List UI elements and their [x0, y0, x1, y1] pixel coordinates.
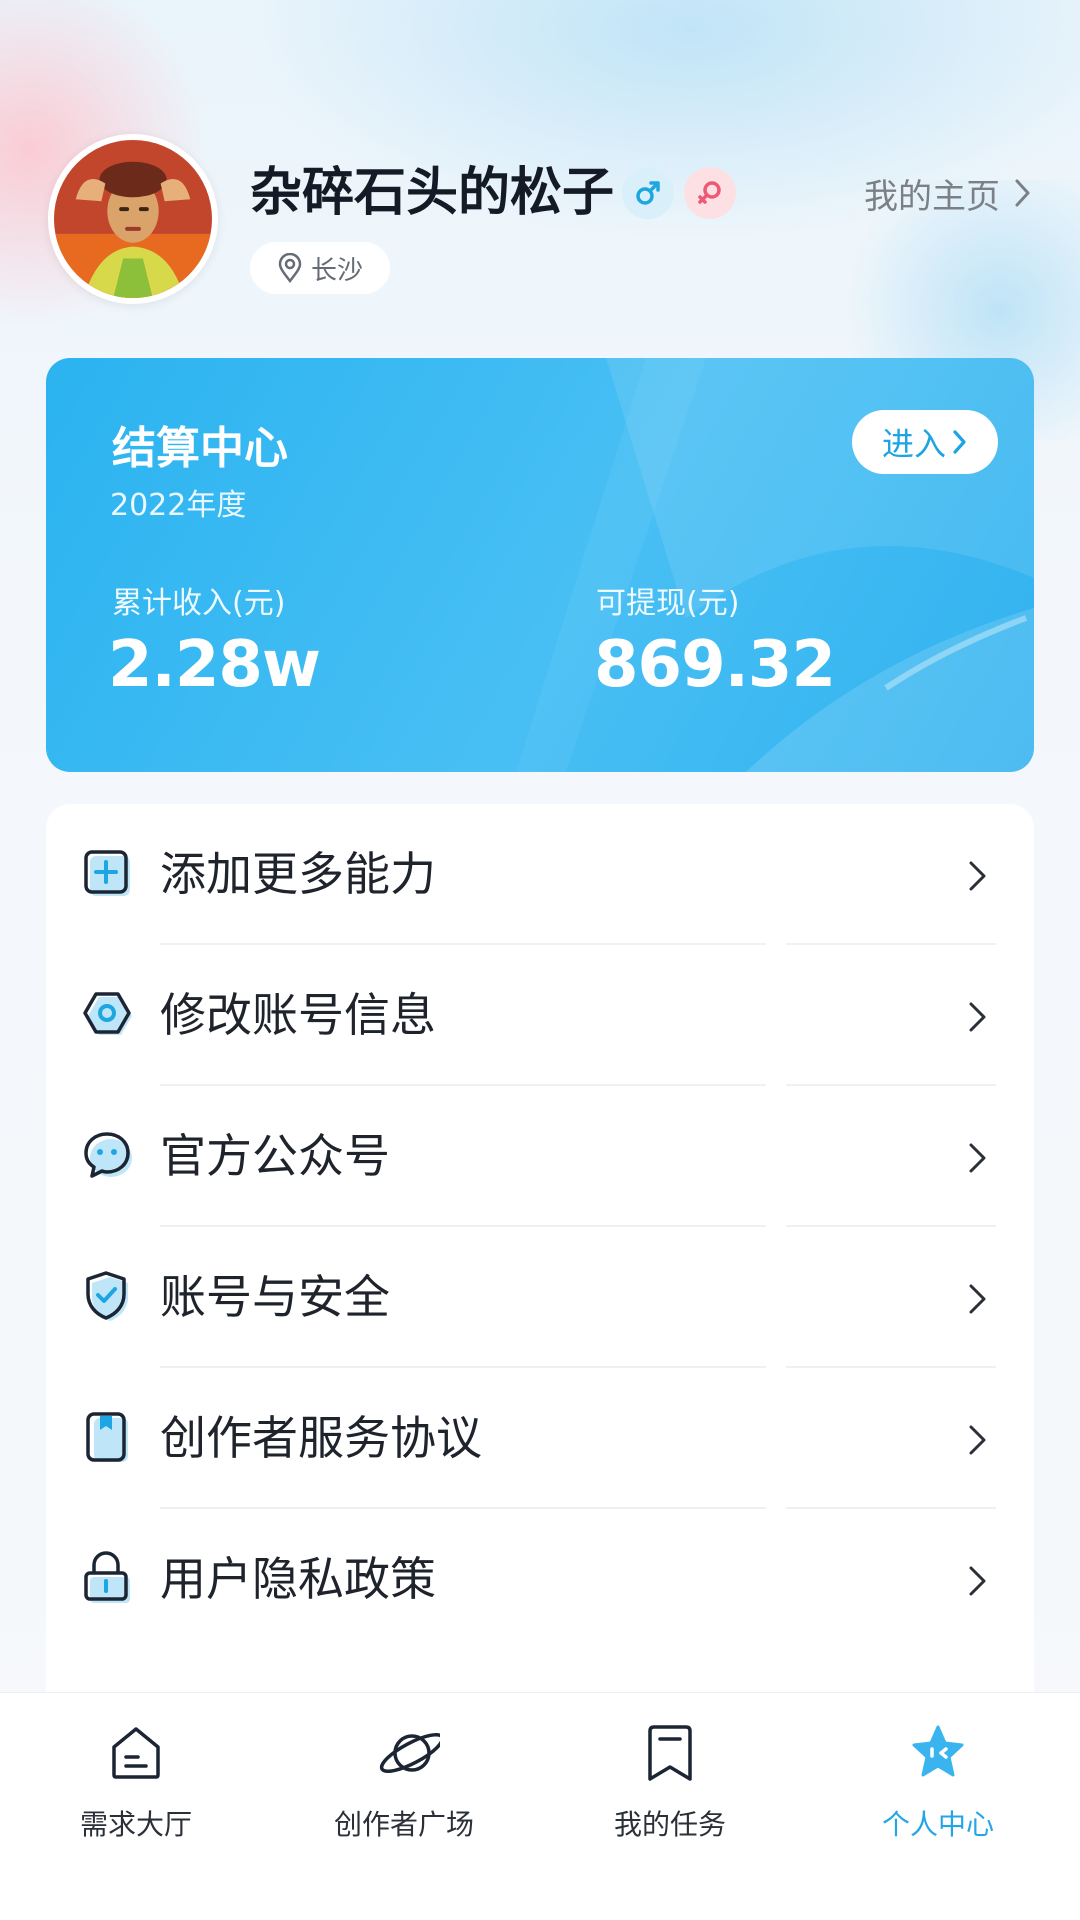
male-symbol-icon [622, 167, 674, 219]
bookmark-doc-icon [86, 1412, 128, 1462]
chat-bubble-icon [84, 1132, 132, 1178]
tab-label: 创作者广场 [333, 1808, 474, 1841]
location-pin-icon [278, 253, 302, 283]
tab-label: 我的任务 [613, 1808, 726, 1841]
my-homepage-label: 我的主页 [864, 176, 1000, 217]
menu-item-label: 账号与安全 [160, 1270, 390, 1324]
menu-item-label: 用户隐私政策 [160, 1552, 436, 1606]
username: 杂碎石头的松子 [250, 163, 615, 223]
chevron-right-icon [969, 861, 986, 891]
chevron-right-icon [953, 430, 966, 454]
settlement-card[interactable]: 结算中心 2022年度 进入 累计收入(元) 2.28w 可提现(元) 869.… [46, 358, 1034, 772]
settlement-year: 2022年度 [110, 488, 247, 523]
profile-screen: 杂碎石头的松子 长沙 我的主页 结算中心 2022年度 进入 累计收入(元) 2… [0, 0, 1080, 1920]
tab-label: 需求大厅 [79, 1808, 192, 1841]
lock-icon [84, 1551, 130, 1603]
menu-item-account-security[interactable]: 账号与安全 [46, 1227, 1034, 1368]
chevron-right-icon [969, 1425, 986, 1455]
chevron-right-icon [969, 1566, 986, 1596]
avatar[interactable] [48, 134, 218, 304]
female-symbol-icon [684, 167, 736, 219]
my-homepage-link[interactable]: 我的主页 [864, 168, 1032, 218]
withdrawable-value: 869.32 [594, 628, 836, 702]
withdrawable-label: 可提现(元) [596, 586, 740, 621]
tab-demand-hall[interactable]: 需求大厅 [36, 1723, 236, 1863]
tab-creator-square[interactable]: 创作者广场 [304, 1723, 504, 1863]
menu-item-add-abilities[interactable]: 添加更多能力 [46, 804, 1034, 945]
enter-label: 进入 [881, 425, 946, 463]
chevron-right-icon [969, 1284, 986, 1314]
bottom-tab-bar: 需求大厅 创作者广场 我的任务 个人中心 [0, 1692, 1080, 1920]
total-income-value: 2.28w [108, 628, 321, 702]
shield-check-icon [86, 1271, 128, 1321]
menu-item-edit-account[interactable]: 修改账号信息 [46, 945, 1034, 1086]
location-badge: 长沙 [250, 242, 390, 294]
menu-item-privacy-policy[interactable]: 用户隐私政策 [46, 1509, 1034, 1650]
house-icon [112, 1727, 160, 1779]
tab-my-tasks[interactable]: 我的任务 [570, 1723, 770, 1863]
menu-item-creator-agreement[interactable]: 创作者服务协议 [46, 1368, 1034, 1509]
menu-item-official-account[interactable]: 官方公众号 [46, 1086, 1034, 1227]
menu-item-label: 修改账号信息 [160, 988, 436, 1042]
star-icon [912, 1725, 964, 1777]
menu-item-label: 创作者服务协议 [160, 1411, 482, 1465]
location-text: 长沙 [310, 255, 363, 286]
tab-label: 个人中心 [881, 1808, 994, 1841]
total-income-label: 累计收入(元) [112, 586, 286, 621]
enter-button[interactable]: 进入 [852, 410, 998, 474]
settings-menu: 添加更多能力 修改账号信息 官方公众号 账号与安全 创作者服务协议 用户隐私政策 [46, 804, 1034, 1704]
tab-personal-center[interactable]: 个人中心 [838, 1723, 1038, 1863]
menu-item-label: 官方公众号 [160, 1129, 390, 1183]
hexagon-gear-icon [83, 992, 132, 1035]
menu-item-label: 添加更多能力 [160, 847, 436, 901]
chevron-right-icon [1015, 179, 1030, 207]
chevron-right-icon [969, 1143, 986, 1173]
chevron-right-icon [969, 1002, 986, 1032]
settlement-title: 结算中心 [112, 423, 288, 474]
plus-square-icon [84, 850, 130, 896]
avatar-image [54, 140, 212, 298]
planet-icon [379, 1733, 440, 1773]
bookmark-icon [648, 1725, 692, 1781]
